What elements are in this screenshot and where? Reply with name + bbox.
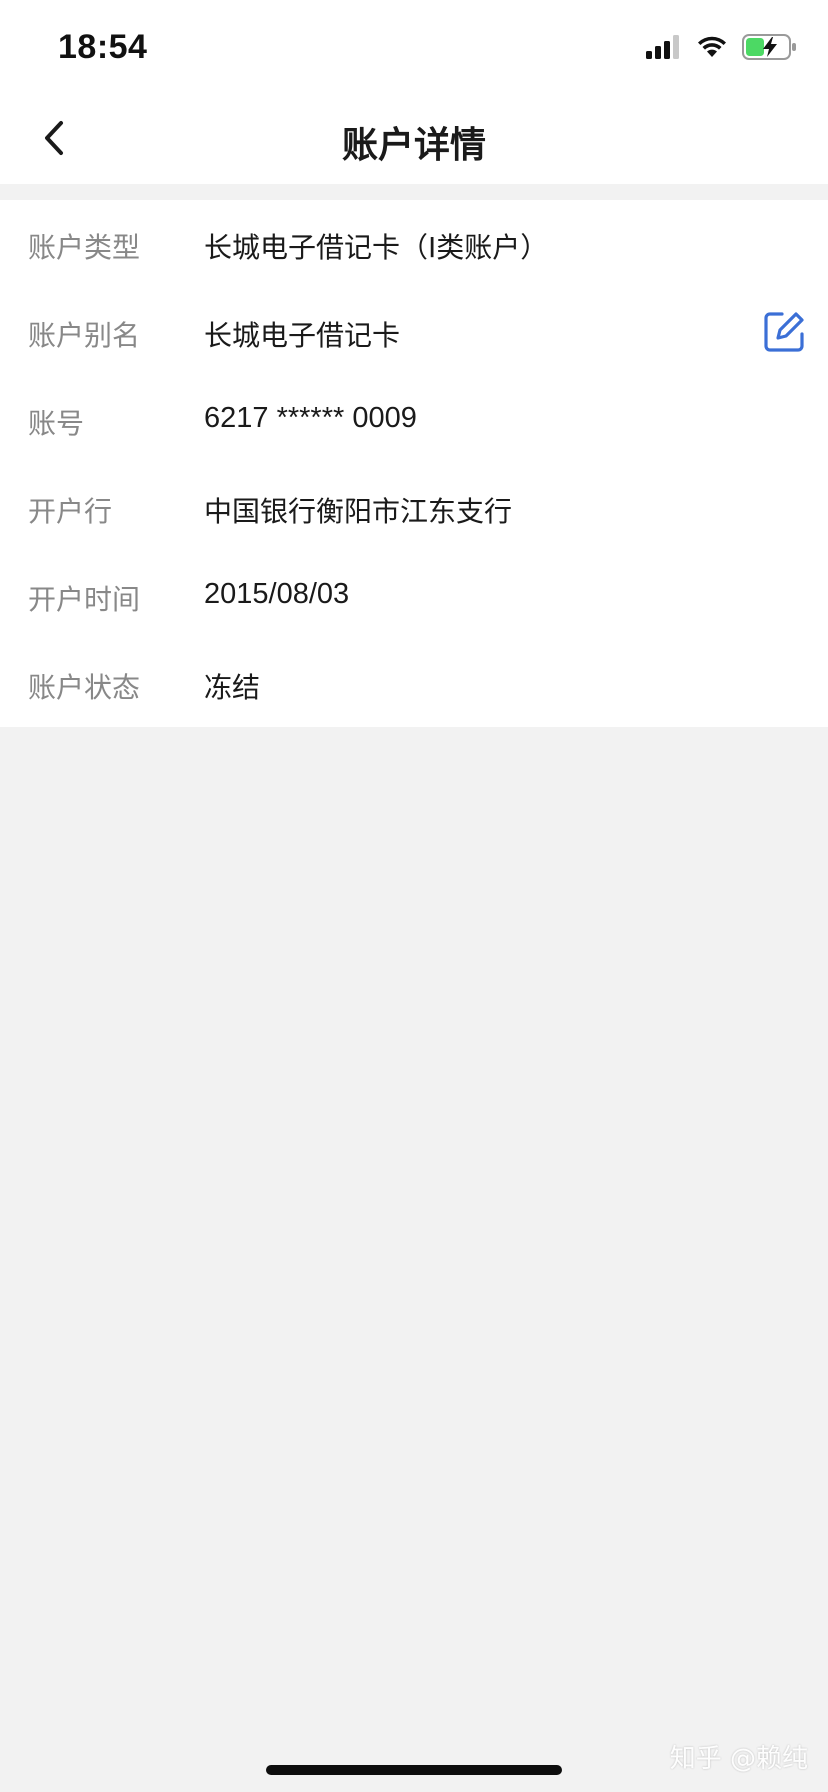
row-label: 账户类型 xyxy=(28,231,141,264)
detail-row-account-type: 账户类型 长城电子借记卡（I类账户） xyxy=(0,200,828,288)
row-label: 账户别名 xyxy=(28,319,141,352)
row-value: 冻结 xyxy=(204,671,261,704)
battery-charging-icon xyxy=(742,33,798,65)
detail-row-account-status: 账户状态 冻结 xyxy=(0,640,828,728)
watermark: 知乎 @赖纯 xyxy=(669,1744,808,1774)
edit-icon xyxy=(762,312,806,358)
row-value: 长城电子借记卡 xyxy=(204,319,401,352)
row-label: 开户行 xyxy=(28,495,113,528)
status-icons xyxy=(646,33,798,65)
page-title: 账户详情 xyxy=(341,125,486,166)
detail-row-account-number: 账号 6217 ****** 0009 xyxy=(0,376,828,464)
status-time: 18:54 xyxy=(58,28,148,66)
row-value: 6217 ****** 0009 xyxy=(204,402,417,434)
status-bar: 18:54 xyxy=(0,0,828,96)
row-label: 开户时间 xyxy=(28,583,141,616)
row-value: 长城电子借记卡（I类账户） xyxy=(204,231,549,264)
row-value: 中国银行衡阳市江东支行 xyxy=(204,495,513,528)
detail-row-account-alias: 账户别名 长城电子借记卡 xyxy=(0,288,828,376)
cellular-signal-icon xyxy=(646,34,682,64)
edit-alias-button[interactable] xyxy=(762,310,806,354)
navigation-bar: 账户详情 xyxy=(0,96,828,184)
row-label: 账号 xyxy=(28,407,85,440)
home-indicator[interactable] xyxy=(266,1765,562,1775)
detail-row-opening-date: 开户时间 2015/08/03 xyxy=(0,552,828,640)
account-details-screen: 18:54 账户详情 账户类型 长城电子借记卡（I类账户） 账户别名 长城电子借… xyxy=(0,0,828,1792)
detail-row-opening-bank: 开户行 中国银行衡阳市江东支行 xyxy=(0,464,828,552)
account-details-card: 账户类型 长城电子借记卡（I类账户） 账户别名 长城电子借记卡 账号 6217 … xyxy=(0,200,828,727)
wifi-icon xyxy=(696,35,728,64)
row-label: 账户状态 xyxy=(28,671,141,704)
row-value: 2015/08/03 xyxy=(204,578,350,610)
